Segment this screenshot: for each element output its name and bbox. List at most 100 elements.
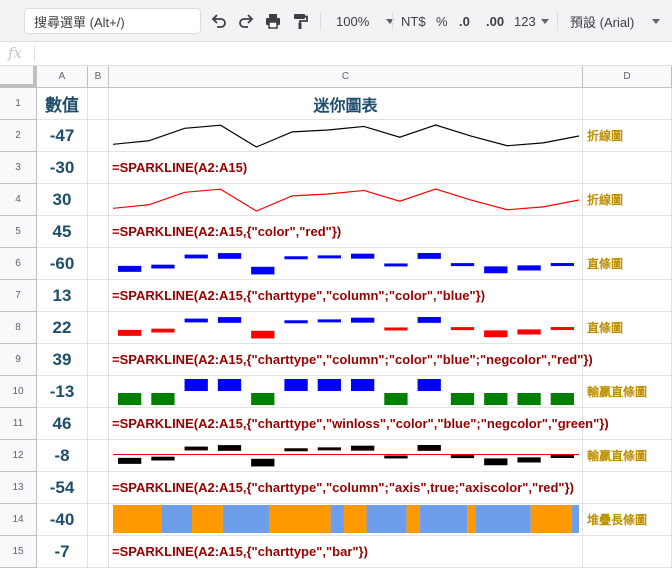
row-header-7[interactable]: 7	[0, 280, 37, 312]
zoom-select[interactable]: 100%	[336, 9, 395, 33]
cell-b15[interactable]	[88, 536, 109, 568]
print-icon[interactable]	[264, 9, 282, 33]
cell-a8[interactable]: 22	[37, 312, 88, 344]
cell-d1[interactable]	[583, 88, 672, 120]
cell-c4[interactable]	[109, 184, 583, 216]
row-header-11[interactable]: 11	[0, 408, 37, 440]
column-header-d[interactable]: D	[583, 66, 672, 88]
row-header-5[interactable]: 5	[0, 216, 37, 248]
cell-c13-text: =SPARKLINE(A2:A15,{"charttype","column";…	[112, 480, 574, 495]
cell-d5[interactable]	[583, 216, 672, 248]
font-select[interactable]: 預設 (Arial)	[570, 9, 661, 33]
cell-b14[interactable]	[88, 504, 109, 536]
cell-d9[interactable]	[583, 344, 672, 376]
cell-b7[interactable]	[88, 280, 109, 312]
cell-d4[interactable]: 折線圖	[583, 184, 672, 216]
cell-a9[interactable]: 39	[37, 344, 88, 376]
cell-b10[interactable]	[88, 376, 109, 408]
cell-c3[interactable]: =SPARKLINE(A2:A15)	[109, 152, 583, 184]
cell-d12-text: 輸贏直條圖	[587, 449, 648, 463]
sparkline-winloss-bar	[517, 393, 541, 405]
cell-a6[interactable]: -60	[37, 248, 88, 280]
row-header-6[interactable]: 6	[0, 248, 37, 280]
cell-b12[interactable]	[88, 440, 109, 472]
row-header-2[interactable]: 2	[0, 120, 37, 152]
cell-c14[interactable]	[109, 504, 583, 536]
column-header-a[interactable]: A	[37, 66, 88, 88]
row-header-8[interactable]: 8	[0, 312, 37, 344]
paint-format-icon[interactable]	[291, 9, 309, 33]
cell-b4[interactable]	[88, 184, 109, 216]
cell-d12[interactable]: 輸贏直條圖	[583, 440, 672, 472]
cell-a10[interactable]: -13	[37, 376, 88, 408]
cell-d7[interactable]	[583, 280, 672, 312]
cell-c5-text: =SPARKLINE(A2:A15,{"color","red"})	[112, 224, 342, 239]
cell-a14[interactable]: -40	[37, 504, 88, 536]
cell-c2[interactable]	[109, 120, 583, 152]
row-header-10[interactable]: 10	[0, 376, 37, 408]
redo-icon[interactable]	[237, 9, 255, 33]
row-header-12[interactable]: 12	[0, 440, 37, 472]
column-header-b[interactable]: B	[88, 66, 109, 88]
select-all-corner[interactable]	[0, 66, 37, 88]
row-header-13[interactable]: 13	[0, 472, 37, 504]
column-header-c[interactable]: C	[109, 66, 583, 88]
cell-c8[interactable]	[109, 312, 583, 344]
undo-icon[interactable]	[210, 9, 228, 33]
cell-d10[interactable]: 輸贏直條圖	[583, 376, 672, 408]
currency-format-button[interactable]: NT$	[401, 9, 426, 33]
cell-a2[interactable]: -47	[37, 120, 88, 152]
cell-b3[interactable]	[88, 152, 109, 184]
cell-b13[interactable]	[88, 472, 109, 504]
cell-d13[interactable]	[583, 472, 672, 504]
cell-a7[interactable]: 13	[37, 280, 88, 312]
cell-a15[interactable]: -7	[37, 536, 88, 568]
cell-c6[interactable]	[109, 248, 583, 280]
cell-d14[interactable]: 堆疊長條圖	[583, 504, 672, 536]
menu-search-input[interactable]: 搜尋選單 (Alt+/)	[24, 8, 201, 34]
sparkline-bar	[317, 319, 342, 323]
cell-b2[interactable]	[88, 120, 109, 152]
cell-a1[interactable]: 數值	[37, 88, 88, 120]
cell-d6[interactable]: 直條圖	[583, 248, 672, 280]
percent-format-button[interactable]: %	[436, 9, 448, 33]
row-header-9[interactable]: 9	[0, 344, 37, 376]
cell-d8[interactable]: 直條圖	[583, 312, 672, 344]
cell-b11[interactable]	[88, 408, 109, 440]
cell-b9[interactable]	[88, 344, 109, 376]
cell-d2[interactable]: 折線圖	[583, 120, 672, 152]
number-format-select[interactable]: 123	[514, 9, 549, 33]
cell-a13[interactable]: -54	[37, 472, 88, 504]
sparkline-stacked-segment	[222, 505, 270, 533]
cell-c10[interactable]	[109, 376, 583, 408]
cell-a3[interactable]: -30	[37, 152, 88, 184]
row-header-14[interactable]: 14	[0, 504, 37, 536]
row-header-3[interactable]: 3	[0, 152, 37, 184]
cell-b6[interactable]	[88, 248, 109, 280]
cell-b8[interactable]	[88, 312, 109, 344]
row-header-15[interactable]: 15	[0, 536, 37, 568]
row-header-4[interactable]: 4	[0, 184, 37, 216]
cell-c1[interactable]: 迷你圖表	[109, 88, 583, 120]
decrease-decimal-button[interactable]: .0	[459, 9, 470, 33]
cell-c9[interactable]: =SPARKLINE(A2:A15,{"charttype","column";…	[109, 344, 593, 376]
cell-c13[interactable]: =SPARKLINE(A2:A15,{"charttype","column";…	[109, 472, 583, 504]
cell-c5[interactable]: =SPARKLINE(A2:A15,{"color","red"})	[109, 216, 583, 248]
cell-d15[interactable]	[583, 536, 672, 568]
cell-a12[interactable]: -8	[37, 440, 88, 472]
cell-c7[interactable]: =SPARKLINE(A2:A15,{"charttype","column";…	[109, 280, 583, 312]
cell-a5[interactable]: 45	[37, 216, 88, 248]
increase-decimal-button[interactable]: .00	[486, 9, 504, 33]
sparkline-winloss-bar	[550, 393, 575, 405]
sparkline-bar	[151, 264, 175, 269]
cell-b5[interactable]	[88, 216, 109, 248]
cell-c12[interactable]	[109, 440, 583, 472]
cell-d10-text: 輸贏直條圖	[587, 385, 648, 399]
cell-c15[interactable]: =SPARKLINE(A2:A15,{"charttype","bar"})	[109, 536, 583, 568]
cell-a4[interactable]: 30	[37, 184, 88, 216]
cell-b1[interactable]	[88, 88, 109, 120]
row-header-1[interactable]: 1	[0, 88, 37, 120]
cell-a11[interactable]: 46	[37, 408, 88, 440]
cell-c11[interactable]: =SPARKLINE(A2:A15,{"charttype","winloss"…	[109, 408, 609, 440]
cell-d3[interactable]	[583, 152, 672, 184]
